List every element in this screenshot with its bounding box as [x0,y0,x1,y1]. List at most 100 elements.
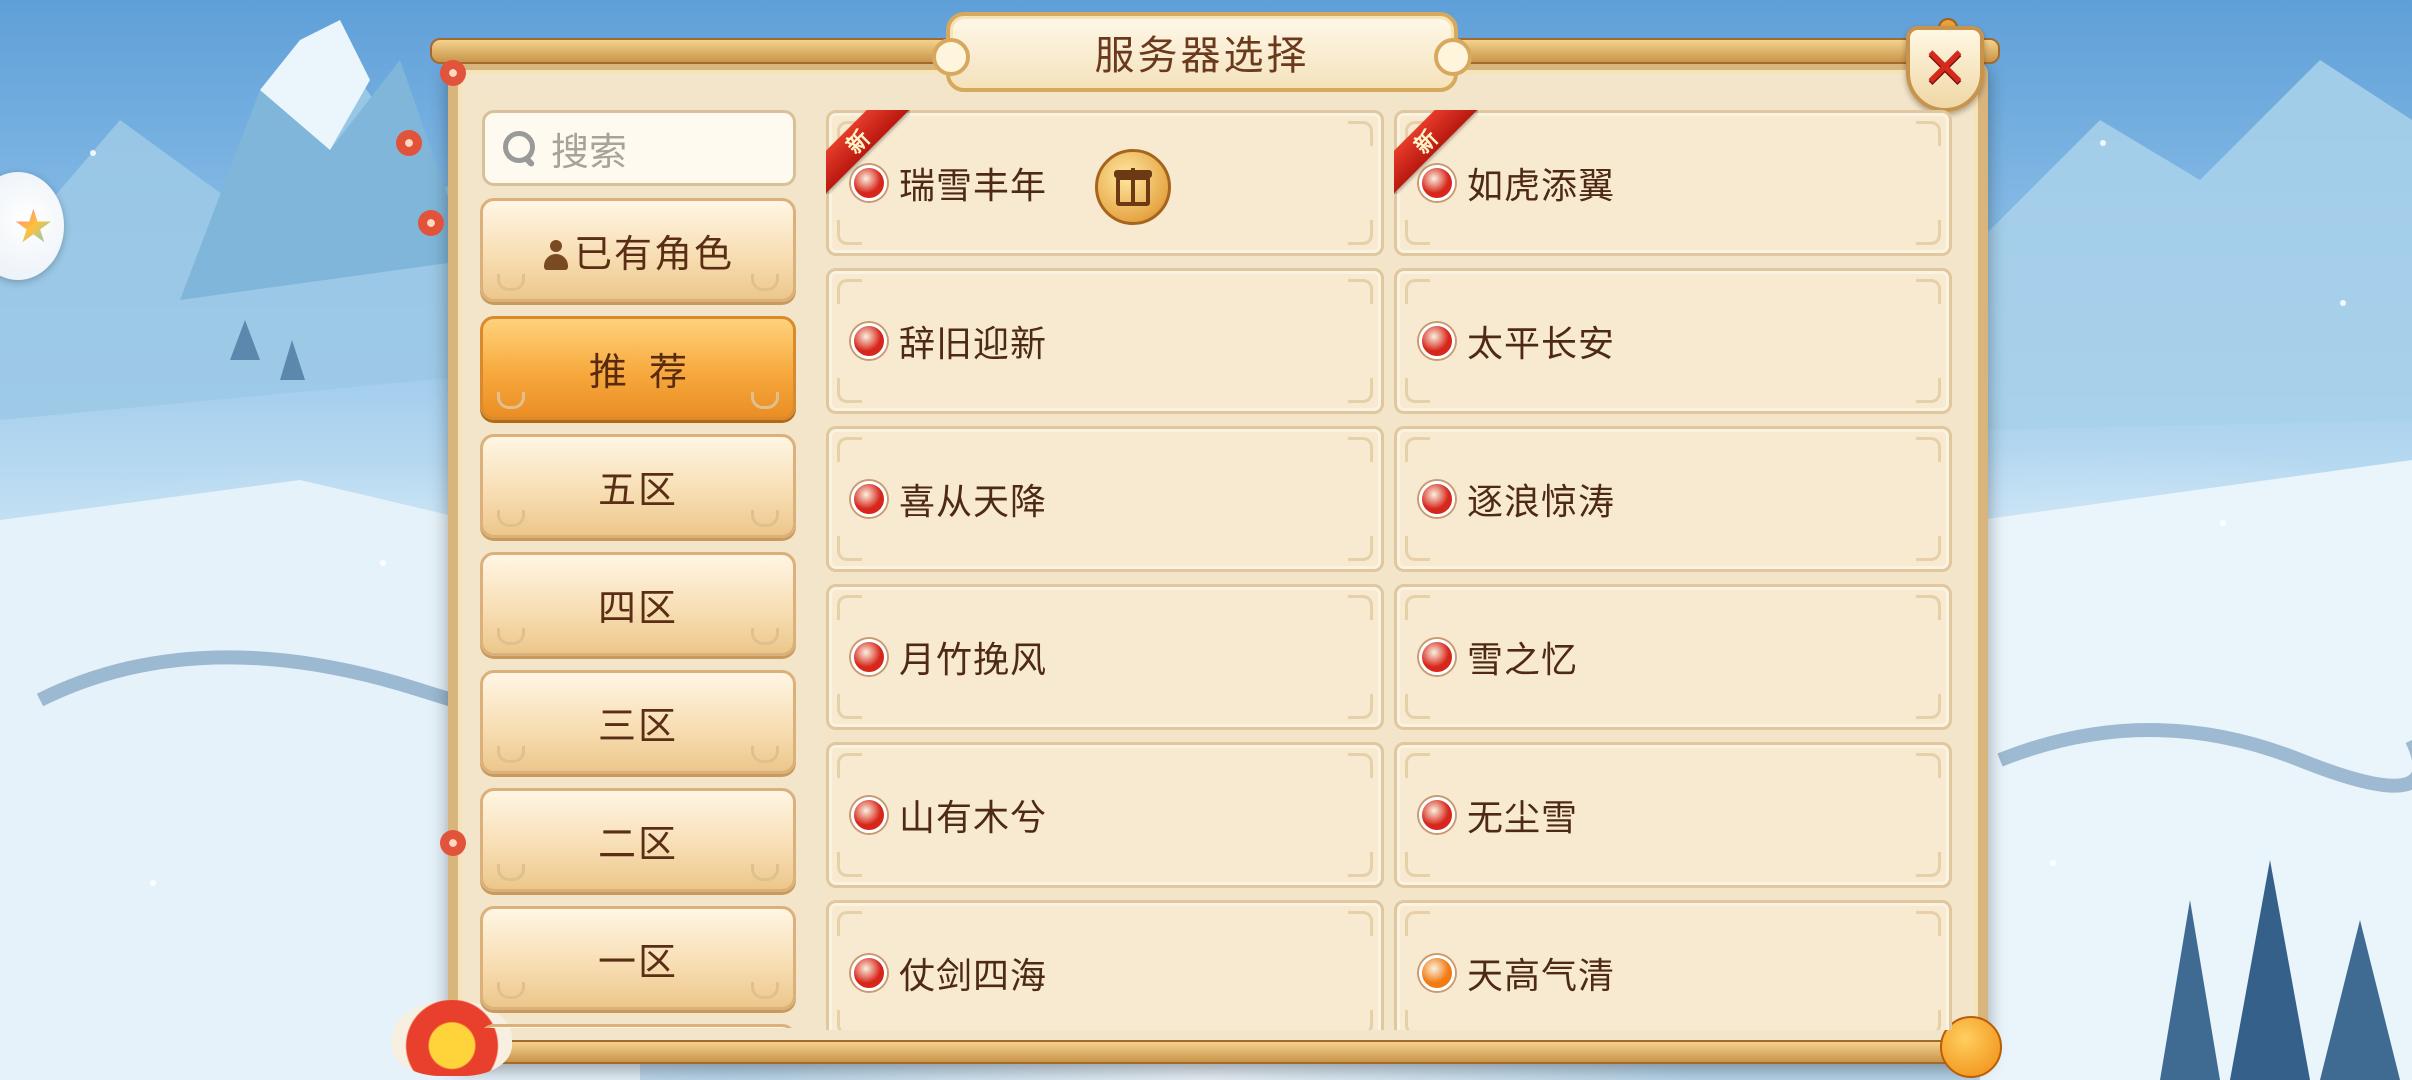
new-server-ribbon: 新 [1394,110,1478,194]
card-corner-ornament [837,536,862,561]
card-corner-ornament [1348,911,1373,936]
card-corner-ornament [1916,694,1941,719]
panel-bottom-rail [430,1040,2000,1064]
card-corner-ornament [837,378,862,403]
server-list: 新瑞雪丰年新如虎添翼 辞旧迎新 太平长安 喜从天降 逐浪惊涛 月竹挽风 雪之忆 山有木兮 无尘雪… [826,110,1952,1030]
tab-existing-characters[interactable]: 已有角色 [480,198,796,302]
card-corner-ornament [1405,279,1430,304]
server-card[interactable]: 山有木兮 [826,742,1384,888]
plum-blossom-decoration [440,830,466,856]
card-corner-ornament [837,220,862,245]
server-card[interactable]: 无尘雪 [1394,742,1952,888]
tab-ornament [751,864,779,881]
server-status-dot [1419,481,1455,517]
card-corner-ornament [1916,437,1941,462]
tab-zone-1[interactable]: 一区 [480,906,796,1010]
server-name: 仗剑四海 [899,956,1048,997]
card-corner-ornament [1405,378,1430,403]
server-card[interactable]: 雪之忆 [1394,584,1952,730]
server-card[interactable]: 仗剑四海 [826,900,1384,1030]
card-corner-ornament [1916,279,1941,304]
server-name: 雪之忆 [1467,640,1579,681]
card-corner-ornament [1916,595,1941,620]
gift-icon[interactable] [1095,149,1171,225]
search-placeholder: 搜索 [551,129,628,174]
tab-ornament [751,982,779,999]
zone-tab-list: 已有角色 推荐 五区 四区 三区 二区 一区 [480,198,798,1028]
card-corner-ornament [1405,220,1430,245]
tab-ornament [497,864,525,881]
server-status-dot [1419,797,1455,833]
server-name: 无尘雪 [1467,798,1579,839]
card-corner-ornament [1916,911,1941,936]
server-status-dot [1419,323,1455,359]
ribbon-band: 新 [1394,110,1478,194]
server-name: 逐浪惊涛 [1467,482,1616,523]
tab-recommended[interactable]: 推荐 [480,316,796,420]
card-corner-ornament [837,911,862,936]
tab-zone-3[interactable]: 三区 [480,670,796,774]
card-corner-ornament [1405,1010,1430,1030]
card-corner-ornament [1405,753,1430,778]
card-corner-ornament [1405,595,1430,620]
new-badge-label: 新 [842,126,876,160]
tab-label: 二区 [597,821,678,866]
tab-more-partial[interactable] [480,1024,796,1028]
tab-ornament [751,392,779,409]
server-card[interactable]: 新瑞雪丰年 [826,110,1384,256]
card-corner-ornament [1405,536,1430,561]
page-title: 服务器选择 [1094,33,1310,79]
server-name: 喜从天降 [899,482,1048,523]
server-card[interactable]: 逐浪惊涛 [1394,426,1952,572]
star-icon: ★ [12,199,54,253]
card-corner-ornament [1348,852,1373,877]
card-corner-ornament [1405,437,1430,462]
new-badge-label: 新 [1410,126,1444,160]
card-corner-ornament [1405,694,1430,719]
card-corner-ornament [1916,852,1941,877]
card-corner-ornament [1348,753,1373,778]
server-card[interactable]: 新如虎添翼 [1394,110,1952,256]
server-card[interactable]: 喜从天降 [826,426,1384,572]
tab-zone-2[interactable]: 二区 [480,788,796,892]
search-input[interactable]: 搜索 [482,110,796,186]
tab-ornament [497,628,525,645]
card-corner-ornament [1348,121,1373,146]
card-corner-ornament [1916,121,1941,146]
card-corner-ornament [1405,911,1430,936]
plum-blossom-decoration [418,210,444,236]
card-corner-ornament [1348,536,1373,561]
card-corner-ornament [1348,220,1373,245]
server-card[interactable]: 月竹挽风 [826,584,1384,730]
server-name: 天高气清 [1467,956,1616,997]
tab-zone-5[interactable]: 五区 [480,434,796,538]
server-name: 瑞雪丰年 [899,166,1048,207]
card-corner-ornament [1916,378,1941,403]
card-corner-ornament [837,753,862,778]
card-corner-ornament [1348,279,1373,304]
tab-ornament [497,982,525,999]
server-status-dot [851,639,887,675]
tab-ornament [497,510,525,527]
tab-ornament [751,274,779,291]
tab-label-wrap: 已有角色 [542,223,734,278]
close-x-icon: ✕ [1921,36,1969,101]
card-corner-ornament [837,694,862,719]
tab-ornament [751,510,779,527]
server-name: 月竹挽风 [899,640,1048,681]
server-name: 如虎添翼 [1467,166,1616,207]
close-button[interactable]: ✕ [1906,26,1984,112]
tab-label: 推荐 [588,349,709,394]
server-name: 太平长安 [1467,324,1616,365]
ribbon-band: 新 [826,110,910,194]
card-corner-ornament [1348,595,1373,620]
server-card[interactable]: 天高气清 [1394,900,1952,1030]
server-card[interactable]: 辞旧迎新 [826,268,1384,414]
server-card[interactable]: 太平长安 [1394,268,1952,414]
tab-ornament [497,392,525,409]
tab-ornament [497,274,525,291]
tab-zone-4[interactable]: 四区 [480,552,796,656]
card-corner-ornament [1405,852,1430,877]
person-icon [542,240,570,272]
card-corner-ornament [1916,220,1941,245]
